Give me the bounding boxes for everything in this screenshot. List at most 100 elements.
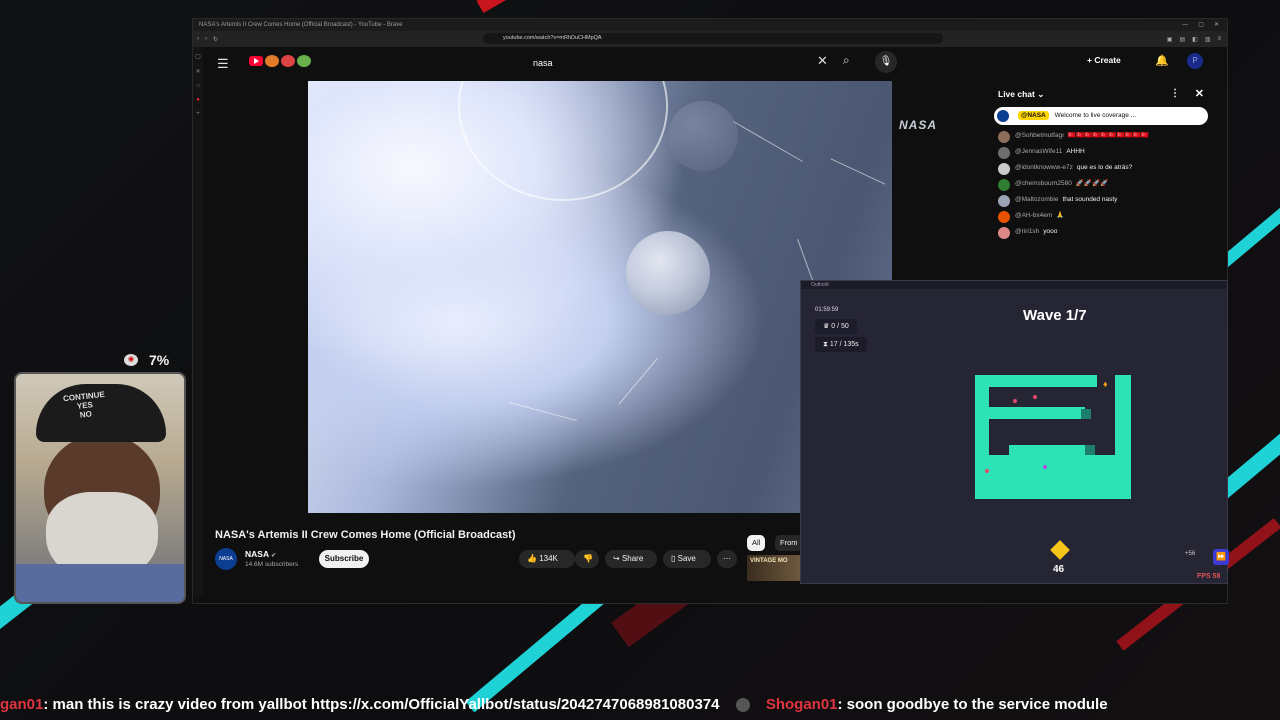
create-button[interactable]: + Create xyxy=(1087,55,1121,65)
avatar[interactable] xyxy=(998,179,1010,191)
youtube-logo[interactable] xyxy=(249,55,311,67)
extension-icon[interactable]: ▥ xyxy=(1205,36,1211,43)
chat-message[interactable]: @Maltozombie that sounded nasty xyxy=(986,193,1216,209)
chat-header[interactable]: Live chat ⌄ ⋮ ✕ xyxy=(986,81,1216,107)
mic-icon[interactable]: 🎙 xyxy=(875,51,897,73)
subscribe-button[interactable]: Subscribe xyxy=(319,550,369,568)
ticker-message: : soon goodbye to the service module xyxy=(837,696,1108,713)
decor-stripe xyxy=(476,0,597,14)
chat-author[interactable]: @riri1sh xyxy=(1015,228,1039,235)
video-frame-detail xyxy=(733,121,803,162)
fps-counter: FPS 58 xyxy=(1197,573,1221,580)
more-actions-button[interactable]: ⋯ xyxy=(717,550,737,568)
avatar[interactable] xyxy=(998,227,1010,239)
chat-text: 🇹🇷🇹🇷🇹🇷🇹🇷🇹🇷🇹🇷🇹🇷🇹🇷🇹🇷🇹🇷 xyxy=(1067,132,1149,139)
doodle-icon xyxy=(265,55,279,67)
chat-author[interactable]: @idontknowww-e7z xyxy=(1015,164,1073,171)
bell-icon[interactable]: 🔔 xyxy=(1155,54,1169,67)
avatar[interactable] xyxy=(998,195,1010,207)
fast-forward-button[interactable]: ⏩ xyxy=(1213,549,1229,565)
hamburger-icon[interactable]: ☰ xyxy=(217,56,229,72)
chat-author[interactable]: @Sohbetmutfagı xyxy=(1015,132,1064,139)
channel-name[interactable]: NASA ✔ xyxy=(245,549,276,559)
chat-author[interactable]: @chemsbourn2580 xyxy=(1015,180,1072,187)
chat-text: 🚀🚀🚀🚀 xyxy=(1075,180,1109,187)
chat-text: that sounded nasty xyxy=(1062,196,1118,203)
clear-search-icon[interactable]: ✕ xyxy=(817,53,828,69)
pinned-message[interactable]: @NASA Welcome to live coverage ... xyxy=(994,107,1208,125)
wave-label: Wave 1/7 xyxy=(1023,307,1087,324)
like-button[interactable]: 👍 134K xyxy=(519,550,575,568)
game-window: Outhold 01:59:59 ♛ 0 / 50 ⧗ 17 / 135s Wa… xyxy=(800,280,1229,584)
close-icon[interactable]: ✕ xyxy=(1214,19,1219,31)
create-label: Create xyxy=(1094,55,1121,65)
cpu-percent: 7% xyxy=(149,352,170,368)
avatar[interactable] xyxy=(998,211,1010,223)
sidebar-icon[interactable]: ● xyxy=(196,97,200,103)
chat-author[interactable]: @AH-bx4em xyxy=(1015,212,1052,219)
chat-author[interactable]: @Maltozombie xyxy=(1015,196,1058,203)
save-button[interactable]: ▯ Save xyxy=(663,550,711,568)
game-title-bar: Outhold xyxy=(801,281,1227,289)
avatar[interactable] xyxy=(998,147,1010,159)
streamer-shirt xyxy=(16,564,184,602)
video-frame-detail xyxy=(458,81,668,201)
close-icon[interactable]: ✕ xyxy=(1195,81,1204,107)
url-text: youtube.com/watch?v=mRhDuCHMpQA xyxy=(503,35,602,41)
webcam-feed: CONTINUE YES NO xyxy=(14,372,186,604)
chevron-down-icon: ⌄ xyxy=(1037,89,1045,99)
maze-path xyxy=(975,375,1131,499)
search-icon[interactable]: ⌕ xyxy=(843,53,850,68)
sidebar-icon[interactable]: ▢ xyxy=(195,53,201,60)
share-button[interactable]: ↪ Share xyxy=(605,550,657,568)
chat-ticker: gan01: man this is crazy video from yall… xyxy=(0,694,1280,716)
channel-avatar[interactable]: NASA xyxy=(215,548,237,570)
search-input[interactable]: nasa xyxy=(533,53,833,73)
ticker-user: Shogan01 xyxy=(765,696,838,713)
menu-icon[interactable]: ≡ xyxy=(1217,36,1221,43)
forward-icon[interactable]: › xyxy=(205,36,207,43)
chat-message[interactable]: @idontknowww-e7z que es lo de atrás? xyxy=(986,161,1216,177)
enemy-icon xyxy=(985,469,989,473)
bookmark-icon: ▯ xyxy=(671,554,676,563)
extension-icon[interactable]: ◧ xyxy=(1192,36,1198,43)
sidebar-icon[interactable]: ○ xyxy=(196,83,200,89)
extension-icon[interactable]: ▣ xyxy=(1167,36,1173,43)
youtube-play-icon xyxy=(249,56,263,66)
related-video-thumbnail[interactable]: VINTAGE MO xyxy=(747,555,801,581)
avatar[interactable] xyxy=(998,131,1010,143)
back-icon[interactable]: ‹ xyxy=(197,36,199,43)
chat-message[interactable]: @riri1sh yooo xyxy=(986,225,1216,241)
address-bar[interactable]: youtube.com/watch?v=mRhDuCHMpQA xyxy=(483,33,943,44)
maximize-icon[interactable]: ▢ xyxy=(1198,19,1204,31)
like-count: 134K xyxy=(539,554,558,563)
add-icon[interactable]: + xyxy=(196,111,200,117)
chat-message[interactable]: @AH-bx4em 🙏 xyxy=(986,209,1216,225)
ticker-separator-icon xyxy=(735,698,750,713)
subscriber-count: 14.6M subscribers xyxy=(245,561,299,568)
filter-chip-from[interactable]: From xyxy=(775,535,803,551)
chat-author[interactable]: @JennasWife11 xyxy=(1015,148,1062,155)
game-maze[interactable]: ♦ xyxy=(975,375,1133,501)
dislike-button[interactable]: 👎 xyxy=(575,550,599,568)
video-frame-detail xyxy=(668,101,738,171)
reload-icon[interactable]: ↻ xyxy=(213,36,218,43)
live-chat-panel: Live chat ⌄ ⋮ ✕ @NASA Welcome to live co… xyxy=(986,81,1216,271)
avatar[interactable] xyxy=(998,163,1010,175)
chat-message[interactable]: @JennasWife11 AHHH xyxy=(986,145,1216,161)
window-title: NASA's Artemis II Crew Comes Home (Offic… xyxy=(199,22,403,28)
minimize-icon[interactable]: — xyxy=(1182,19,1188,31)
speed-label: +56 xyxy=(1185,551,1196,557)
chat-message[interactable]: @Sohbetmutfagı 🇹🇷🇹🇷🇹🇷🇹🇷🇹🇷🇹🇷🇹🇷🇹🇷🇹🇷🇹🇷 xyxy=(986,129,1216,145)
extension-icon[interactable]: ▤ xyxy=(1179,36,1185,43)
account-avatar[interactable]: P xyxy=(1187,53,1203,69)
video-title: NASA's Artemis II Crew Comes Home (Offic… xyxy=(215,529,516,541)
more-icon[interactable]: ⋮ xyxy=(1170,81,1180,107)
browser-sidebar: ▢ ✕ ○ ● + xyxy=(193,47,203,597)
pinned-text: Welcome to live coverage ... xyxy=(1054,112,1137,119)
more-icon: ⋯ xyxy=(723,554,731,563)
sidebar-icon[interactable]: ✕ xyxy=(195,68,200,75)
doodle-icon xyxy=(281,55,295,67)
filter-chip-all[interactable]: All xyxy=(747,535,766,551)
chat-message[interactable]: @chemsbourn2580 🚀🚀🚀🚀 xyxy=(986,177,1216,193)
